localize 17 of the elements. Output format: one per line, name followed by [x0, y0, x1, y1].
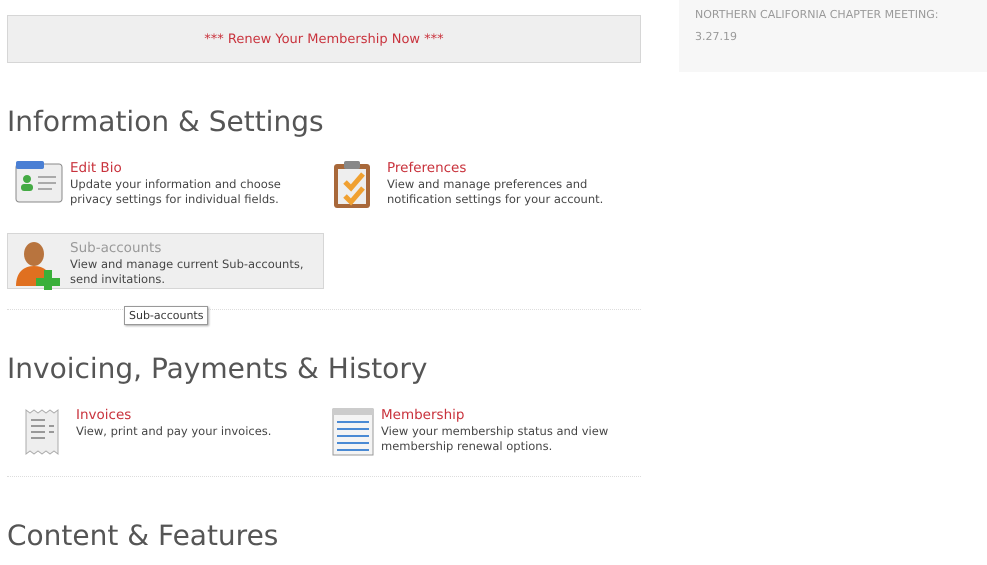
item-description: View your membership status and view membership renewal options.: [381, 424, 610, 454]
item-description: View, print and pay your invoices.: [76, 424, 272, 439]
tooltip: Sub-accounts: [124, 306, 208, 325]
section-heading: Content & Features: [7, 519, 280, 553]
table-icon: [331, 407, 375, 457]
item-description: Update your information and choose privacy settings for individual fields.: [70, 177, 282, 207]
renew-link[interactable]: *** Renew Your Membership Now ***: [204, 32, 444, 46]
event-text: NORTHERN CALIFORNIA CHAPTER MEETING: 3.27.19: [695, 7, 940, 45]
item-link[interactable]: Edit Bio: [70, 160, 317, 177]
section-heading: Invoicing, Payments & History: [7, 352, 428, 386]
item-description: View and manage preferences and notification settings for your account.: [387, 177, 604, 207]
item-description: View and manage current Sub-accounts, send invitations.: [70, 257, 304, 287]
section-heading: Information & Settings: [7, 105, 325, 139]
id-card-icon: [14, 160, 64, 204]
item-link[interactable]: Invoices: [76, 407, 272, 424]
item-link[interactable]: Preferences: [387, 160, 634, 177]
item-link[interactable]: Membership: [381, 407, 634, 424]
